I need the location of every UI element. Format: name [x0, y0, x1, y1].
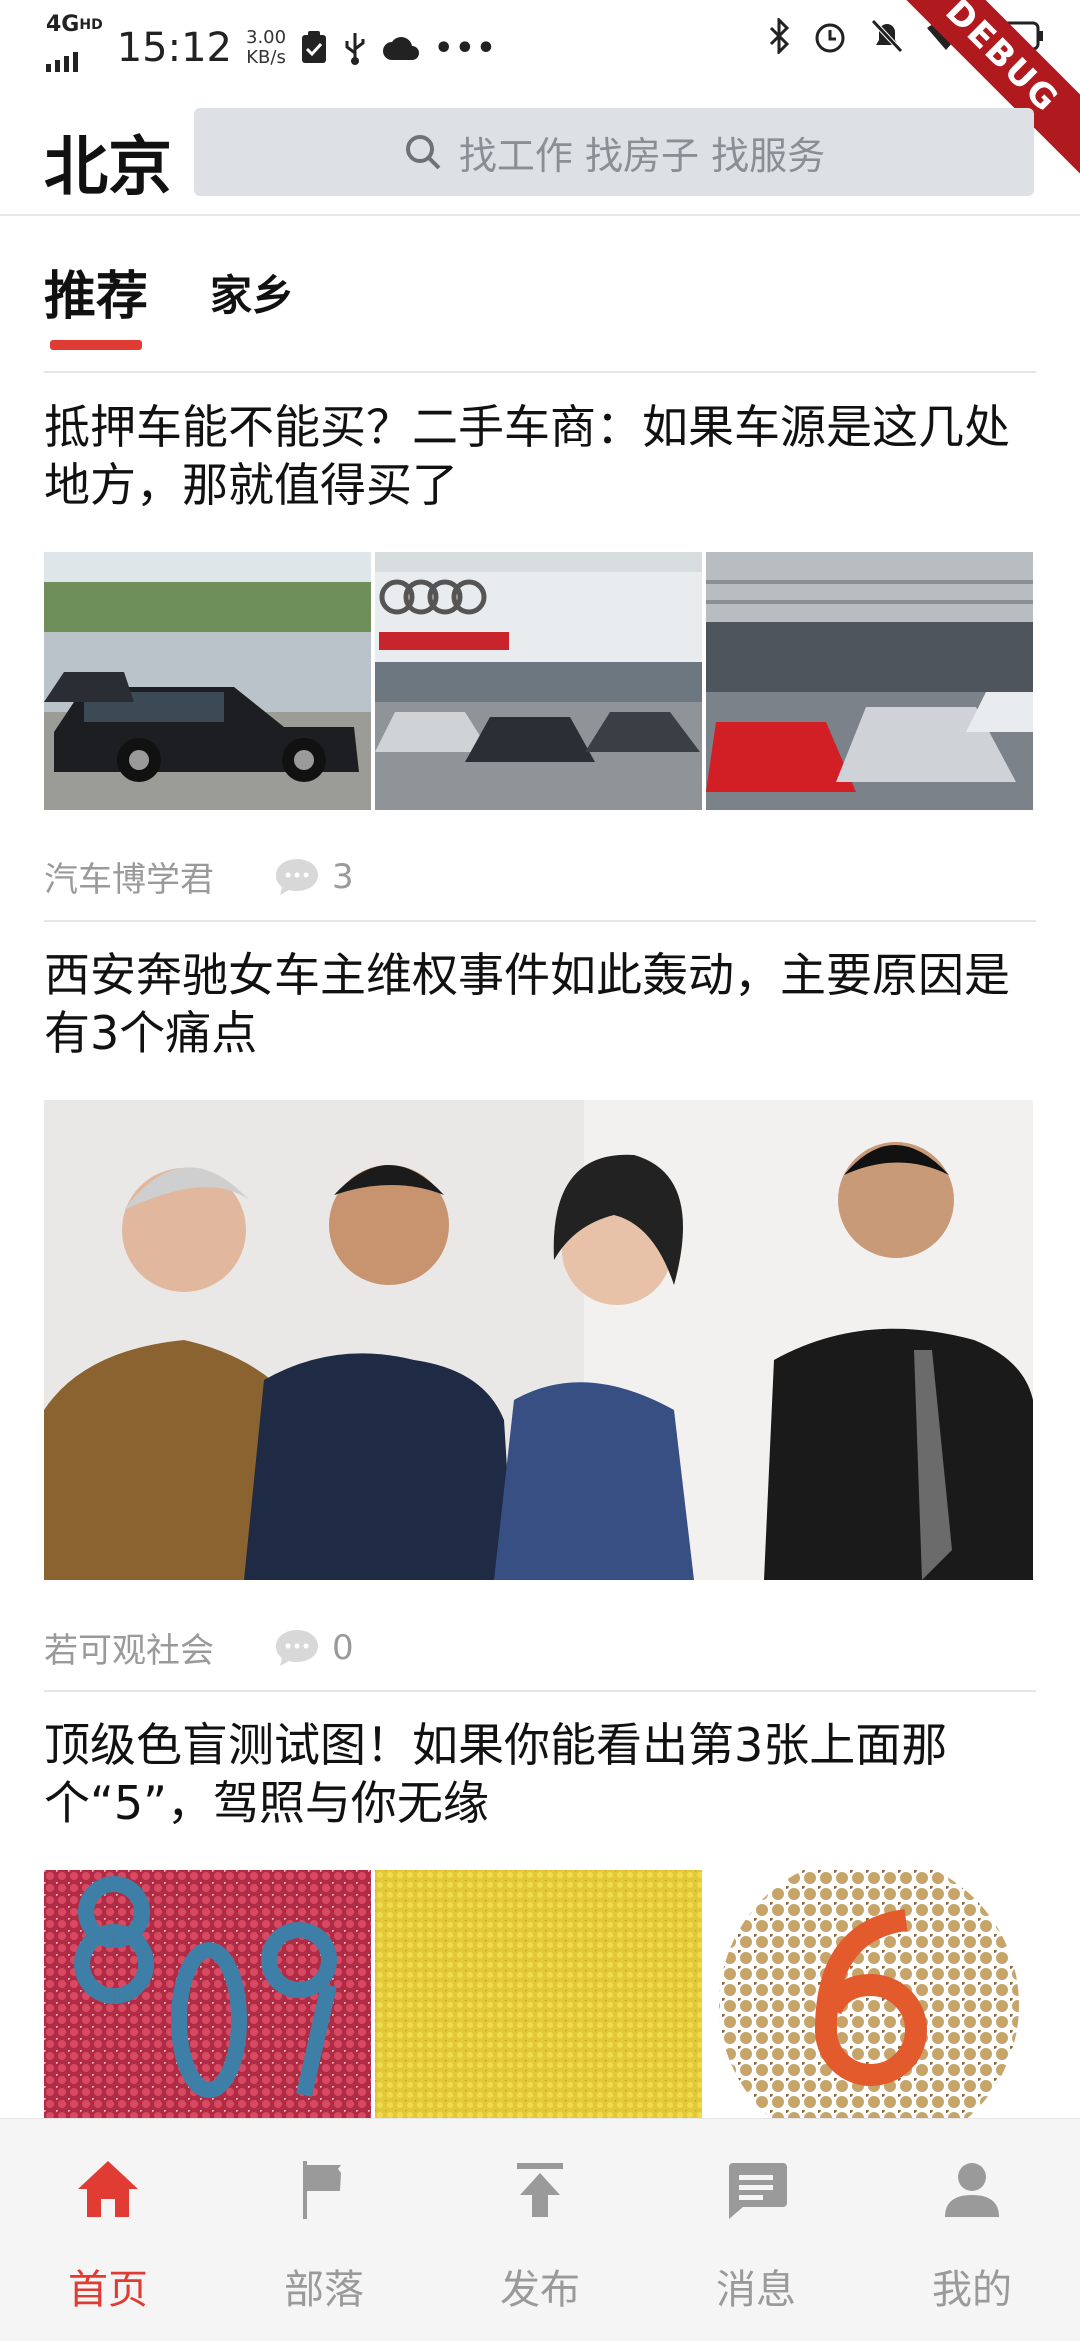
nav-profile-label: 我的: [932, 2267, 1012, 2313]
nav-messages[interactable]: 消息: [648, 2119, 864, 2341]
flag-icon: [303, 2161, 341, 2219]
usb-icon: [345, 33, 365, 65]
tab-recommend[interactable]: 推荐: [44, 254, 148, 329]
divider: [44, 920, 1036, 922]
bell-off-icon: [871, 19, 903, 53]
search-icon: [405, 135, 441, 170]
nav-messages-label: 消息: [716, 2267, 796, 2313]
article-title[interactable]: 西安奔驰女车主维权事件如此轰动，主要原因是有3个痛点: [44, 946, 1034, 1062]
status-bar: 4GHD 15:12 3.00 KB/s ••• DEBUG: [0, 0, 1080, 175]
clipboard-check-icon: [302, 31, 327, 63]
comment-icon: [276, 858, 318, 895]
article-source[interactable]: 汽车博学君: [44, 852, 214, 901]
article-title[interactable]: 抵押车能不能买？二手车商：如果车源是这几处地方，那就值得买了: [44, 398, 1034, 514]
article-thumbnails[interactable]: [44, 552, 1033, 810]
nav-publish-label: 发布: [500, 2267, 580, 2313]
car-hall-image[interactable]: [706, 552, 1033, 810]
active-tab-indicator: [50, 340, 142, 350]
person-icon: [945, 2163, 999, 2217]
network-speed: 3.00 KB/s: [246, 28, 286, 68]
nav-home[interactable]: 首页: [0, 2119, 216, 2341]
divider: [44, 371, 1036, 373]
app-header: 北京 找工作 找房子 找服务: [0, 88, 1080, 216]
city-selector[interactable]: 北京: [44, 116, 172, 208]
audi-dealer-image[interactable]: [375, 552, 702, 810]
divider: [44, 1690, 1036, 1692]
article-thumbnails[interactable]: [44, 1870, 1033, 2128]
bluetooth-icon: [769, 18, 790, 54]
color-plate-image[interactable]: [375, 1870, 702, 2128]
nav-tribe-label: 部落: [284, 2267, 364, 2313]
network-hd: HD: [79, 17, 103, 33]
upload-icon: [517, 2163, 563, 2217]
article-meta: 若可观社会 0: [44, 1623, 354, 1672]
article-meta: 汽车博学君 3: [44, 852, 354, 901]
comment-icon: [276, 1629, 318, 1666]
comment-count: 0: [332, 1627, 354, 1668]
article-title[interactable]: 顶级色盲测试图！如果你能看出第3张上面那个“5”，驾照与你无缘: [44, 1716, 1034, 1832]
home-icon: [78, 2161, 138, 2217]
color-plate-image[interactable]: [706, 1870, 1033, 2128]
feed-tabs: 推荐 家乡: [0, 216, 1080, 372]
nav-tribe[interactable]: 部落: [216, 2119, 432, 2341]
bottom-navigation: 首页 部落 发布 消息 我的: [0, 2118, 1080, 2341]
nav-home-label: 首页: [68, 2267, 148, 2313]
network-indicator: 4GHD: [46, 14, 103, 82]
network-type: 4G: [46, 12, 80, 37]
message-icon: [729, 2163, 787, 2219]
speed-unit: KB/s: [246, 47, 286, 68]
article-source[interactable]: 若可观社会: [44, 1623, 214, 1672]
nav-publish[interactable]: 发布: [432, 2119, 648, 2341]
signal-icon: [46, 52, 78, 72]
speed-value: 3.00: [246, 27, 287, 48]
parking-lot-image[interactable]: [44, 552, 371, 810]
more-icon: •••: [434, 30, 498, 66]
alarm-icon: [815, 23, 845, 53]
clock-time: 15:12: [116, 25, 232, 71]
comment-count: 3: [332, 856, 354, 897]
tab-hometown[interactable]: 家乡: [210, 262, 294, 323]
search-bar[interactable]: 找工作 找房子 找服务: [194, 108, 1034, 196]
color-plate-image[interactable]: [44, 1870, 371, 2128]
group-photo-image[interactable]: [44, 1100, 1033, 1580]
cloud-icon: [383, 37, 420, 60]
nav-profile[interactable]: 我的: [864, 2119, 1080, 2341]
search-placeholder: 找工作 找房子 找服务: [458, 133, 826, 178]
